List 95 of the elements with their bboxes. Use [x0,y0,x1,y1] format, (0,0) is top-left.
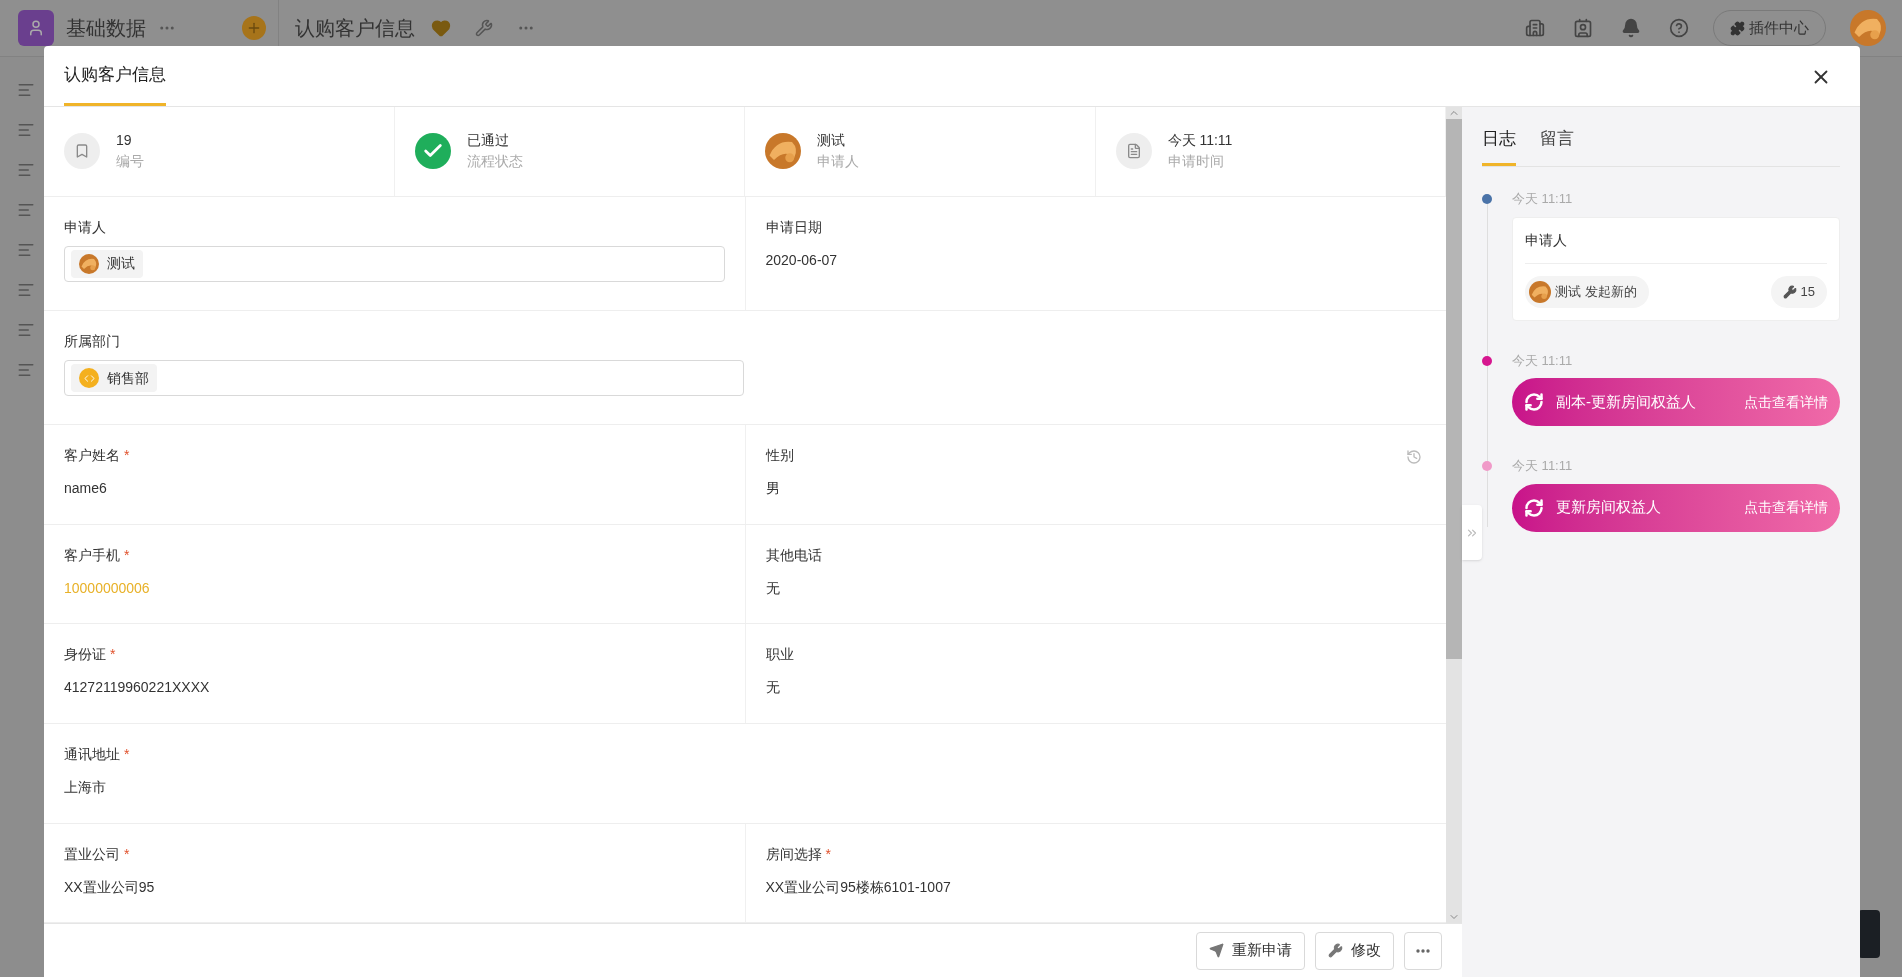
required-mark: * [124,446,130,466]
field-label: 通讯地址 [64,745,120,764]
list-icon[interactable] [17,241,35,259]
summary-value: 已通过 [466,131,510,151]
required-mark: * [124,844,130,864]
scrollbar[interactable] [1446,107,1462,923]
field-label: 申请人 [64,217,106,237]
app-logo[interactable] [18,10,54,46]
wrench-icon [1782,284,1797,299]
event-title: 申请人 [1525,229,1827,264]
dialog-tab[interactable]: 认购客户信息 [64,46,166,106]
summary-value: 19 [116,131,133,151]
field-value: 无 [765,578,781,598]
summary-label: 申请时间 [1167,152,1225,172]
page-title: 认购客户信息 [295,16,415,41]
summary-label: 流程状态 [466,152,523,172]
refresh-icon [1524,497,1544,518]
field-value: 男 [765,479,781,499]
avatar-icon [765,133,801,170]
field-label: 置业公司 [64,844,120,864]
avatar-icon [79,253,99,274]
field-value: name6 [64,479,108,499]
resubmit-button[interactable]: 重新申请 [1196,931,1305,970]
select-field[interactable]: 销售部 [64,360,744,396]
help-icon[interactable] [1669,18,1689,38]
summary-value: 测试 [817,131,846,151]
document-icon [1115,133,1152,170]
event-time: 今天 11:11 [1512,351,1574,370]
tag-text: 销售部 [107,368,149,388]
field-label: 其他电话 [765,545,822,565]
code-icon [79,368,99,388]
field-label: 职业 [765,645,794,665]
list-icon[interactable] [17,201,35,219]
check-icon [414,133,451,170]
list-icon[interactable] [17,121,35,139]
user-name: 测试 [1555,282,1581,301]
list-icon[interactable] [17,281,35,299]
event-time: 今天 11:11 [1512,457,1574,475]
list-icon[interactable] [17,161,35,179]
field-value: 上海市 [64,778,107,797]
user-avatar-icon [1850,10,1886,46]
field-value: 41272119960221XXXX [64,678,211,698]
select-field[interactable]: 测试 [64,245,725,282]
field-label: 客户姓名 [64,446,120,466]
count-text: 15 [1800,282,1815,301]
bookmark-icon [64,133,100,170]
field-value: XX置业公司95楼栋6101-1007 [765,877,952,897]
heart-icon[interactable] [431,18,451,38]
field-value: 10000000006 [64,578,151,598]
send-icon [1209,943,1224,958]
panel-tab[interactable]: 日志 [1482,125,1516,166]
event-banner[interactable]: 更新房间权益人 点击查看详情 [1512,483,1840,532]
user-chip[interactable]: 测试 发起新的 [1525,275,1649,308]
field-label: 所属部门 [64,332,120,351]
add-icon[interactable] [242,16,266,40]
more-icon [1416,948,1430,953]
required-mark: * [124,745,130,764]
field-value: 2020-06-07 [765,250,839,270]
refresh-icon [1524,392,1544,412]
field-label: 房间选择 [765,844,822,864]
floating-button[interactable] [1858,910,1880,958]
required-mark: * [124,545,130,565]
list-icon[interactable] [17,361,35,379]
summary-label: 编号 [116,152,144,172]
wrench-icon [1328,943,1343,958]
edit-button[interactable]: 修改 [1315,931,1394,970]
summary-value: 今天 11:11 [1167,131,1233,151]
field-value: 无 [765,678,781,698]
more-button[interactable] [1404,931,1442,970]
field-label: 申请日期 [765,217,822,237]
contact-card-icon[interactable] [1573,18,1593,38]
required-mark: * [110,645,116,665]
event-text: 更新房间权益人 [1556,497,1661,518]
event-banner[interactable]: 副本-更新房间权益人 点击查看详情 [1512,378,1840,426]
field-label: 身份证 [64,645,106,665]
list-icon[interactable] [17,81,35,99]
puzzle-icon [1730,20,1745,36]
wrench-icon[interactable] [475,19,493,37]
event-time: 今天 11:11 [1512,190,1574,208]
history-icon[interactable] [1406,449,1422,466]
building-icon[interactable] [1525,18,1545,38]
avatar-icon [1529,280,1551,303]
collapse-handle[interactable] [1462,505,1482,560]
event-text: 副本-更新房间权益人 [1556,391,1696,412]
field-label: 客户手机 [64,545,120,565]
required-mark: * [825,844,831,864]
tag-text: 测试 [107,254,135,274]
app-title: 基础数据 [66,16,146,41]
list-icon[interactable] [17,321,35,339]
panel-tab[interactable]: 留言 [1540,125,1574,166]
summary-label: 申请人 [817,152,859,172]
field-label: 性别 [765,446,794,466]
field-value: XX置业公司95 [64,877,156,897]
bell-icon[interactable] [1621,18,1641,38]
event-action: 发起新的 [1585,282,1637,301]
